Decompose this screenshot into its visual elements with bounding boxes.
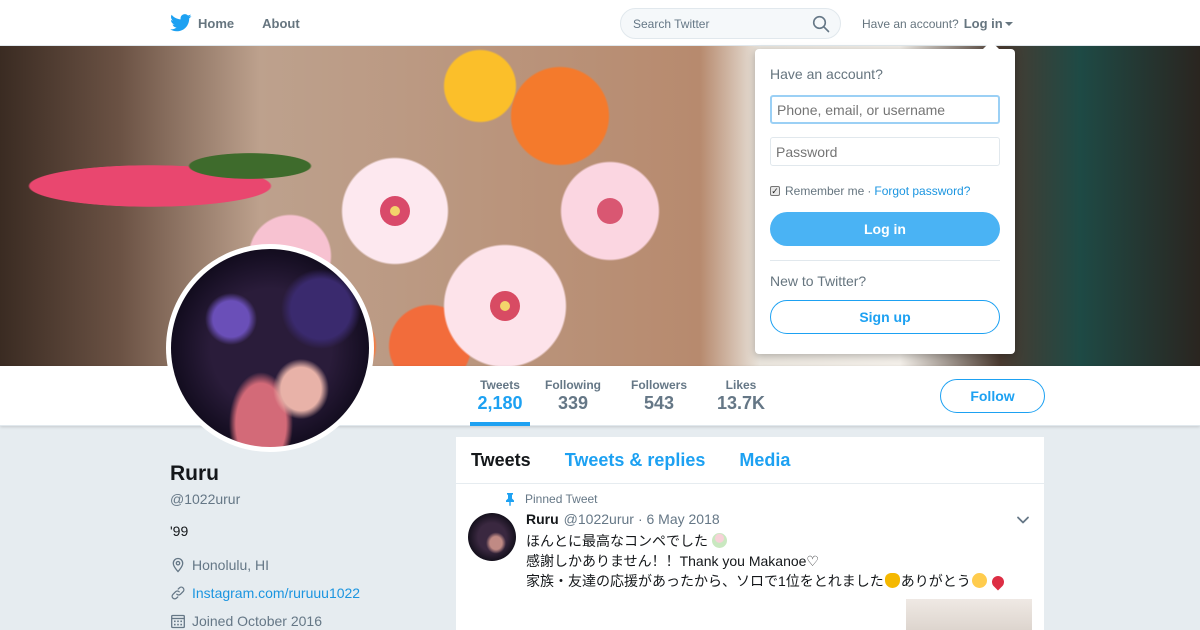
red-heart-emoji-icon — [989, 573, 1007, 591]
login-dropdown: Have an account? ✓ Remember me · Forgot … — [755, 41, 1015, 354]
signup-button[interactable]: Sign up — [770, 300, 1000, 334]
tweet-author-handle[interactable]: @1022urur — [564, 511, 634, 527]
medal-emoji-icon — [884, 573, 900, 588]
joined-text: Joined October 2016 — [192, 613, 322, 629]
top-navigation: Home About Search Twitter Have an accoun… — [0, 0, 1200, 46]
nav-home[interactable]: Home — [170, 14, 234, 32]
tweet-author-name[interactable]: Ruru — [526, 511, 559, 527]
website-link[interactable]: Instagram.com/ruruuu1022 — [192, 585, 360, 601]
have-account-text: Have an account? — [862, 16, 959, 31]
timeline-tabs: Tweets Tweets & replies Media — [456, 437, 1044, 484]
search-placeholder: Search Twitter — [633, 16, 710, 31]
divider — [770, 260, 1000, 261]
avatar-image — [171, 249, 369, 447]
pin-icon — [506, 493, 514, 506]
profile-sidebar: Ruru @1022urur '99 Honolulu, HI Instagra… — [170, 462, 430, 630]
profile-bio: '99 — [170, 523, 189, 539]
profile-joined: Joined October 2016 — [170, 612, 430, 630]
tweet-header: Ruru @1022urur · 6 May 2018 — [526, 511, 720, 527]
nav-left: Home About — [170, 0, 328, 46]
remember-row: ✓ Remember me · Forgot password? — [770, 184, 970, 198]
tweet-line: 感謝しかありません！！Thank you Makanoe♡ — [526, 551, 1026, 571]
link-icon — [171, 586, 185, 600]
nav-about[interactable]: About — [262, 16, 300, 31]
stat-label: Tweets — [480, 378, 520, 392]
stat-label: Following — [545, 378, 601, 392]
tweet-line-text: 感謝しかありません！！Thank you Makanoe♡ — [526, 553, 819, 569]
username-field[interactable] — [770, 95, 1000, 124]
flower-center — [500, 301, 510, 311]
search-input[interactable]: Search Twitter — [620, 8, 841, 39]
tweet-media[interactable] — [526, 599, 1032, 630]
search-icon[interactable] — [812, 15, 830, 33]
login-title: Have an account? — [770, 66, 883, 82]
stat-value: 13.7K — [716, 393, 766, 413]
pinned-label: Pinned Tweet — [525, 492, 598, 506]
stat-label: Followers — [630, 378, 687, 392]
new-to-twitter-text: New to Twitter? — [770, 273, 867, 289]
timeline: Tweets Tweets & replies Media Pinned Twe… — [456, 437, 1044, 630]
nav-home-label: Home — [198, 15, 235, 31]
tweet-line-text: ほんとに最高なコンペでした — [526, 533, 708, 549]
tweet-line: 家族・友達の応援があったから、ソロで1位をとれました ありがとう — [526, 571, 1026, 591]
twitter-bird-icon — [170, 14, 192, 32]
tweet-text: ほんとに最高なコンペでした 感謝しかありません！！Thank you Makan… — [526, 531, 1026, 591]
profile-location: Honolulu, HI — [170, 556, 430, 574]
follow-button[interactable]: Follow — [940, 379, 1045, 413]
password-field[interactable] — [770, 137, 1000, 166]
tab-media[interactable]: Media — [739, 450, 790, 471]
flower-center — [597, 198, 623, 224]
tweet-date[interactable]: · 6 May 2018 — [638, 511, 720, 527]
login-toggle[interactable]: Log in — [964, 16, 1003, 31]
stat-value: 543 — [643, 393, 675, 413]
stat-label: Likes — [725, 378, 757, 392]
stat-value: 339 — [557, 393, 589, 413]
login-button[interactable]: Log in — [770, 212, 1000, 246]
profile-website: Instagram.com/ruruuu1022 — [170, 584, 430, 602]
stat-value: 2,180 — [477, 393, 523, 413]
stat-followers[interactable]: Followers 543 — [627, 378, 691, 414]
stat-tweets[interactable]: Tweets 2,180 — [470, 378, 530, 426]
avatar[interactable] — [166, 244, 374, 452]
profile-name[interactable]: Ruru — [170, 462, 430, 486]
remember-separator: · — [867, 184, 872, 198]
relieved-face-emoji-icon — [971, 573, 987, 588]
remember-label[interactable]: Remember me — [785, 184, 864, 198]
stat-following[interactable]: Following 339 — [542, 378, 604, 414]
tweet-media-thumbnail[interactable] — [906, 599, 1032, 630]
tweet-avatar[interactable] — [468, 513, 516, 561]
calendar-icon — [171, 614, 185, 629]
have-account: Have an account? Log in — [862, 16, 1013, 31]
tulip-emoji-icon — [711, 533, 727, 548]
stat-likes[interactable]: Likes 13.7K — [714, 378, 768, 414]
tweet-line: ほんとに最高なコンペでした — [526, 531, 1026, 551]
location-text: Honolulu, HI — [192, 557, 270, 573]
chevron-down-icon[interactable] — [1016, 515, 1030, 525]
profile-screen-name[interactable]: @1022urur — [170, 491, 430, 507]
caret-down-icon[interactable] — [1004, 21, 1013, 26]
location-pin-icon — [172, 557, 184, 573]
forgot-password-link[interactable]: Forgot password? — [874, 184, 970, 198]
tweet-line-text: 家族・友達の応援があったから、ソロで1位をとれました — [526, 573, 884, 589]
tab-tweets-replies[interactable]: Tweets & replies — [565, 450, 706, 471]
flower-center — [390, 206, 400, 216]
tab-tweets[interactable]: Tweets — [471, 450, 531, 471]
nav-about-label: About — [262, 15, 300, 31]
remember-checkbox[interactable]: ✓ — [770, 186, 780, 196]
tweet-line-text: ありがとう — [900, 573, 971, 589]
pinned-indicator: Pinned Tweet — [504, 492, 598, 506]
